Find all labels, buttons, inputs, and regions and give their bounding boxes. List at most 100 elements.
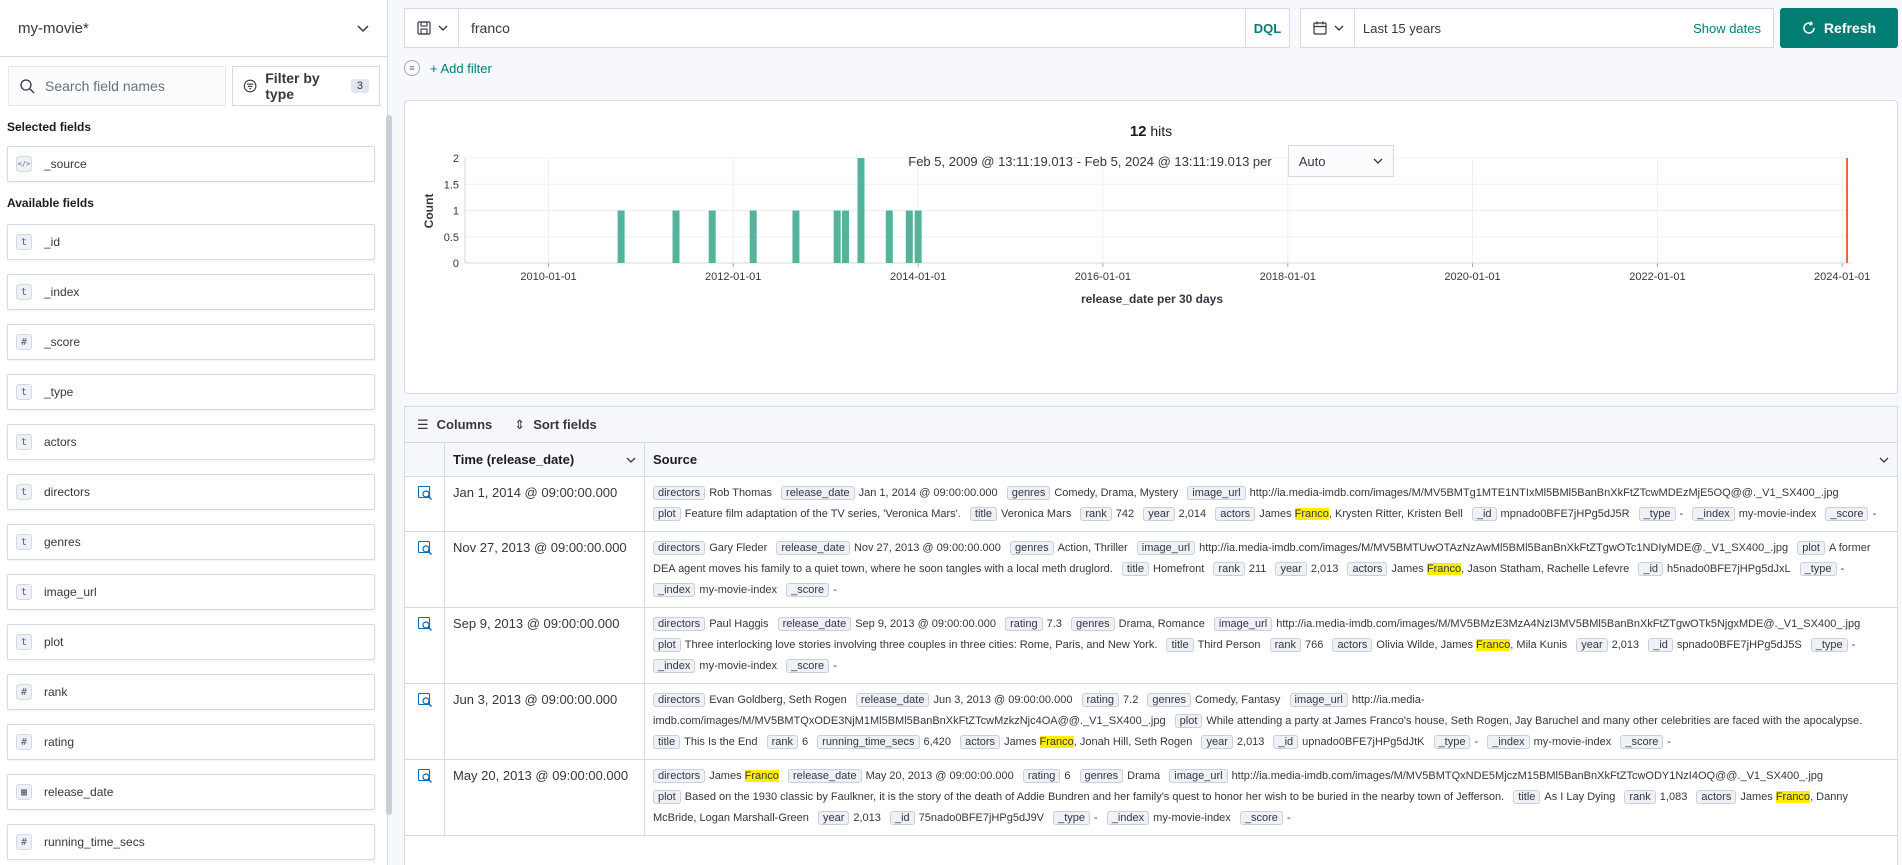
field-search-input[interactable]: Search field names: [8, 66, 226, 106]
time-cell: Jan 1, 2014 @ 09:00:00.000: [445, 477, 645, 531]
source-field-value: -: [1474, 736, 1479, 748]
source-field-key: year: [1201, 735, 1233, 749]
source-field-value: Rob Thomas: [709, 487, 772, 499]
source-field-key: plot: [1797, 541, 1825, 555]
source-field-key: _type: [1799, 562, 1837, 576]
source-field-key: _type: [1433, 735, 1471, 749]
filter-options-icon[interactable]: ≡: [404, 60, 420, 76]
field-item-id[interactable]: t _id: [7, 224, 375, 260]
field-item-plot[interactable]: t plot: [7, 624, 375, 660]
source-field-value: Feature film adaptation of the TV series…: [684, 508, 961, 520]
refresh-button[interactable]: Refresh: [1780, 8, 1898, 48]
source-field-key: rating: [1081, 693, 1120, 707]
field-item-image-url[interactable]: t image_url: [7, 574, 375, 610]
source-field-key: release_date: [855, 693, 930, 707]
source-field-value: -: [1286, 812, 1291, 824]
add-filter-button[interactable]: + Add filter: [430, 61, 492, 76]
field-item-score[interactable]: # _score: [7, 324, 375, 360]
query-input[interactable]: franco: [459, 20, 1245, 36]
expand-document-button[interactable]: [405, 608, 445, 683]
source-field-value: While attending a party at James Franco'…: [1206, 715, 1863, 727]
source-field-key: actors: [1332, 638, 1373, 652]
field-item-genres[interactable]: t genres: [7, 524, 375, 560]
number-type-icon: #: [16, 734, 32, 750]
expand-document-button[interactable]: [405, 477, 445, 531]
x-tick-label: 2016-01-01: [1075, 271, 1131, 283]
number-type-icon: #: [16, 684, 32, 700]
source-field-key: title: [653, 735, 681, 749]
saved-query-button[interactable]: [405, 9, 459, 47]
inspect-icon: [417, 616, 433, 683]
source-field-value: As I Lay Dying: [1544, 791, 1616, 803]
field-item-rank[interactable]: # rank: [7, 674, 375, 710]
filter-by-type-label: Filter by type: [265, 70, 320, 102]
refresh-label: Refresh: [1823, 20, 1877, 36]
inspect-icon: [417, 485, 433, 531]
expand-document-button[interactable]: [405, 532, 445, 607]
string-type-icon: t: [16, 234, 32, 250]
field-item-rating[interactable]: # rating: [7, 724, 375, 760]
table-toolbar: ☰ Columns ⇕ Sort fields: [405, 407, 1897, 443]
histogram-bar: [708, 210, 716, 263]
source-field-key: rating: [1005, 617, 1043, 631]
source-field-value: -: [1872, 508, 1877, 520]
source-field-value: -: [1679, 508, 1684, 520]
source-field-key: _index: [1106, 811, 1150, 825]
source-field-value: James Franco: [709, 770, 779, 782]
source-field-value: -: [1094, 812, 1098, 824]
time-cell: May 20, 2013 @ 09:00:00.000: [445, 760, 645, 835]
columns-button[interactable]: ☰ Columns: [417, 417, 492, 433]
interval-select[interactable]: Auto: [1287, 145, 1394, 177]
y-tick-label: 1.5: [444, 179, 459, 191]
field-name: plot: [44, 635, 64, 649]
source-field-key: title: [1513, 790, 1541, 804]
index-pattern-selector[interactable]: my-movie*: [0, 0, 388, 57]
source-field-value: my-movie-index: [699, 584, 778, 596]
field-item-actors[interactable]: t actors: [7, 424, 375, 460]
field-item-source[interactable]: </> _source: [7, 146, 375, 182]
list-icon: ☰: [417, 416, 429, 432]
inspect-icon: [417, 768, 433, 835]
source-field-key: _id: [1648, 638, 1673, 652]
source-field-value: Gary Fleder: [709, 542, 768, 554]
field-name: rating: [44, 735, 75, 749]
hits-counter: 12 hits: [405, 123, 1897, 140]
source-field-key: rank: [1080, 507, 1112, 521]
source-field-value: This Is the End: [684, 736, 758, 748]
filter-by-type-button[interactable]: Filter by type 3: [232, 66, 380, 106]
string-type-icon: t: [16, 284, 32, 300]
show-dates-button[interactable]: Show dates: [1681, 21, 1773, 36]
search-highlight: Franco: [1476, 639, 1511, 651]
source-field-value: Three interlocking love stories involvin…: [684, 639, 1158, 651]
chevron-down-icon: [438, 25, 447, 31]
histogram-bar: [833, 210, 841, 263]
quick-menu-button[interactable]: [1301, 9, 1355, 47]
sidebar-scrollbar[interactable]: [386, 115, 392, 815]
source-field-value: mpnado0BFE7jHPg5dJ5R: [1500, 508, 1630, 520]
source-field-key: rank: [1213, 562, 1245, 576]
field-search-row: Search field names Filter by type 3: [8, 66, 380, 106]
field-search-placeholder: Search field names: [45, 78, 165, 94]
source-field-key: title: [969, 507, 998, 521]
time-range-text[interactable]: Last 15 years: [1355, 21, 1681, 36]
header-source-column[interactable]: Source: [645, 443, 1897, 476]
expand-document-button[interactable]: [405, 684, 445, 759]
sort-icon: ⇕: [514, 416, 526, 432]
header-control-cell: [405, 443, 445, 476]
string-type-icon: t: [16, 634, 32, 650]
field-item-type[interactable]: t _type: [7, 374, 375, 410]
field-item-release-date[interactable]: ▦ release_date: [7, 774, 375, 810]
table-row: May 20, 2013 @ 09:00:00.000 directors Jame…: [405, 760, 1897, 836]
time-cell: Nov 27, 2013 @ 09:00:00.000: [445, 532, 645, 607]
expand-document-button[interactable]: [405, 760, 445, 835]
field-item-index[interactable]: t _index: [7, 274, 375, 310]
header-time-column[interactable]: Time (release_date): [445, 443, 645, 476]
source-field-value: May 20, 2013 @ 09:00:00.000: [865, 770, 1014, 782]
calendar-icon: ▦: [16, 784, 32, 800]
field-item-directors[interactable]: t directors: [7, 474, 375, 510]
field-item-running-time-secs[interactable]: # running_time_secs: [7, 824, 375, 860]
query-language-button[interactable]: DQL: [1245, 9, 1289, 47]
sort-fields-button[interactable]: ⇕ Sort fields: [514, 417, 596, 433]
source-field-key: image_url: [1136, 541, 1196, 555]
filter-count-badge: 3: [350, 79, 369, 93]
